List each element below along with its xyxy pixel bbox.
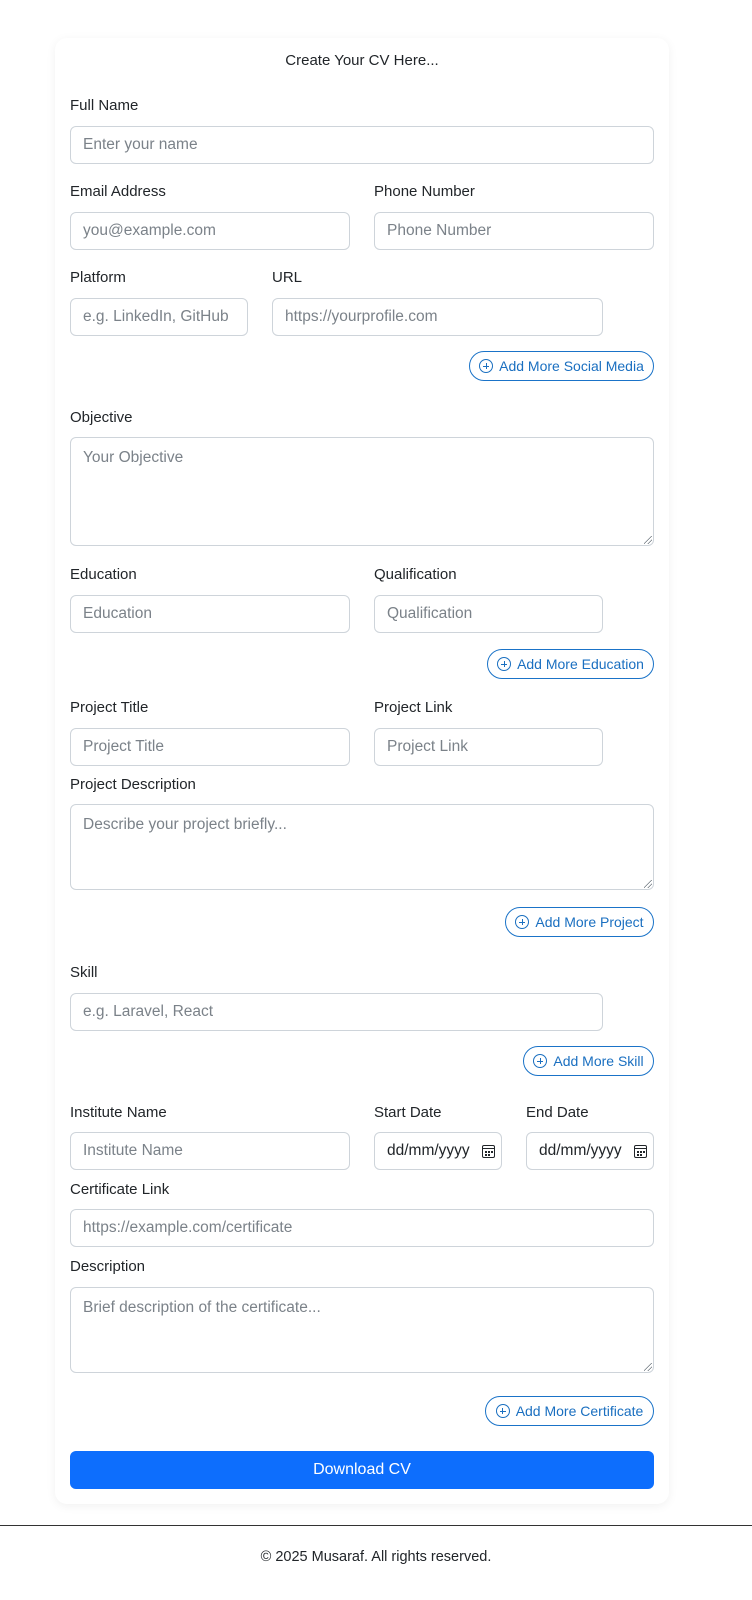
calendar-icon[interactable] [634, 1144, 647, 1158]
institute-label: Institute Name [70, 1104, 167, 1121]
certificate-link-label: Certificate Link [70, 1181, 170, 1198]
project-description-wrap [70, 804, 654, 890]
url-label: URL [272, 269, 303, 286]
end-date-input[interactable]: dd/mm/yyyy [526, 1132, 654, 1170]
platform-label: Platform [70, 269, 126, 286]
footer-copyright: © 2025 Musaraf. All rights reserved. [260, 1549, 492, 1565]
add-education-label: Add More Education [517, 656, 644, 672]
full-name-label: Full Name [70, 97, 139, 114]
url-input[interactable] [272, 298, 603, 336]
start-date-value: dd/mm/yyyy [387, 1142, 470, 1159]
full-name-input[interactable] [70, 126, 654, 164]
plus-circle-icon [515, 915, 530, 929]
plus-circle-icon [479, 359, 494, 373]
objective-wrap [70, 437, 654, 546]
project-link-input[interactable] [374, 728, 603, 766]
end-date-value: dd/mm/yyyy [539, 1142, 622, 1159]
calendar-icon[interactable] [482, 1144, 495, 1158]
phone-label: Phone Number [374, 183, 475, 200]
project-title-label: Project Title [70, 699, 149, 716]
qualification-label: Qualification [374, 566, 457, 583]
project-description-textarea[interactable] [70, 804, 654, 890]
add-social-media-button[interactable]: Add More Social Media [469, 351, 654, 381]
description-label: Description [70, 1258, 146, 1275]
education-label: Education [70, 566, 137, 583]
end-date-label: End Date [526, 1104, 589, 1121]
email-input[interactable] [70, 212, 350, 250]
add-certificate-label: Add More Certificate [515, 1403, 644, 1419]
phone-input[interactable] [374, 212, 654, 250]
project-link-label: Project Link [374, 699, 453, 716]
project-description-label: Project Description [70, 776, 196, 793]
skill-input[interactable] [70, 993, 603, 1031]
add-project-button[interactable]: Add More Project [505, 907, 654, 937]
education-input[interactable] [70, 595, 350, 633]
certificate-link-input[interactable] [70, 1209, 654, 1247]
add-education-button[interactable]: Add More Education [487, 649, 654, 679]
cv-form-card [55, 38, 669, 1504]
plus-circle-icon [495, 1404, 510, 1418]
objective-label: Objective [70, 409, 133, 426]
email-label: Email Address [70, 183, 166, 200]
plus-circle-icon [533, 1054, 548, 1068]
add-project-label: Add More Project [535, 914, 644, 930]
institute-input[interactable] [70, 1132, 350, 1170]
plus-circle-icon [497, 657, 512, 671]
description-wrap [70, 1287, 654, 1373]
add-skill-button[interactable]: Add More Skill [523, 1046, 654, 1076]
skill-label: Skill [70, 964, 98, 981]
description-textarea[interactable] [70, 1287, 654, 1373]
start-date-label: Start Date [374, 1104, 442, 1121]
add-skill-label: Add More Skill [553, 1053, 644, 1069]
footer-divider [0, 1525, 752, 1526]
qualification-input[interactable] [374, 595, 603, 633]
form-title: Create Your CV Here... [285, 52, 439, 69]
download-cv-button[interactable]: Download CV [70, 1451, 654, 1489]
objective-textarea[interactable] [70, 437, 654, 546]
start-date-input[interactable]: dd/mm/yyyy [374, 1132, 502, 1170]
add-social-media-label: Add More Social Media [499, 358, 644, 374]
platform-input[interactable] [70, 298, 248, 336]
add-certificate-button[interactable]: Add More Certificate [485, 1396, 654, 1426]
project-title-input[interactable] [70, 728, 350, 766]
